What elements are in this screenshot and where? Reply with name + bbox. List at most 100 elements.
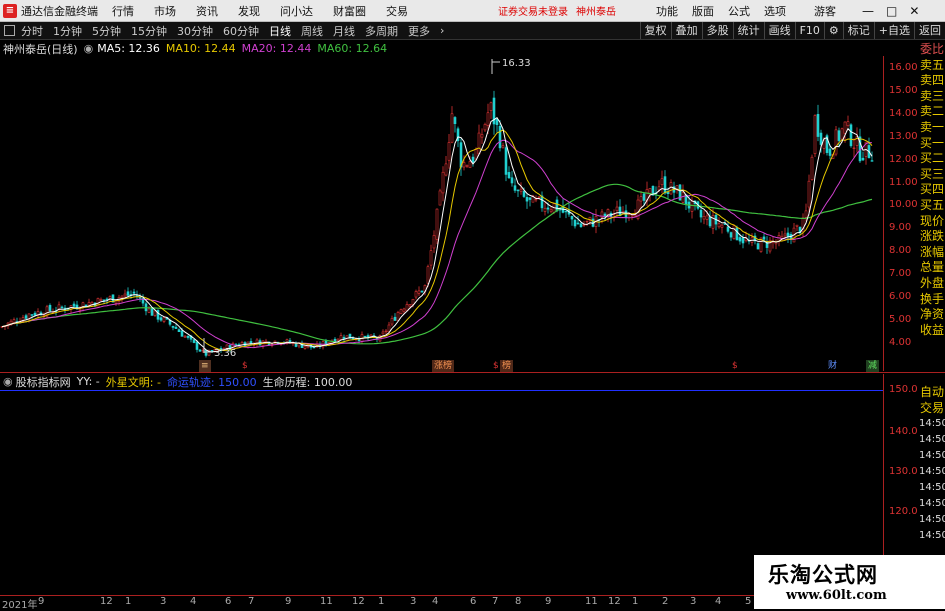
- f10-button[interactable]: F10: [794, 22, 824, 39]
- quote-side-panel: 委比 卖五 卖四 卖三 卖二 卖一 买一 买二 买三 买四 买五 现价 涨跌 涨…: [919, 42, 945, 338]
- period-timeshare[interactable]: 分时: [21, 23, 43, 39]
- event-marker[interactable]: 减: [866, 360, 880, 372]
- ma60-line: [1, 183, 873, 345]
- minimize-icon[interactable]: —: [862, 4, 874, 18]
- candle-body: [870, 160, 874, 162]
- period-more[interactable]: 更多: [408, 23, 430, 39]
- side-label[interactable]: 自动: [919, 384, 945, 400]
- period-30min[interactable]: 30分钟: [177, 23, 213, 39]
- menu-market[interactable]: 市场: [154, 3, 176, 19]
- side-label: 卖一: [919, 119, 944, 134]
- settings-circle-icon[interactable]: ◉: [84, 42, 94, 55]
- candle-body: [807, 180, 811, 208]
- side-label[interactable]: 交易: [919, 400, 945, 416]
- candle-body: [660, 178, 664, 186]
- chevron-right-icon[interactable]: ›: [440, 24, 444, 37]
- event-marker[interactable]: ≡: [199, 360, 211, 372]
- date-tick: 1: [125, 596, 132, 607]
- date-tick: 7: [248, 596, 255, 607]
- settings-circle-icon[interactable]: ◉: [3, 375, 13, 388]
- period-5min[interactable]: 5分钟: [92, 23, 121, 39]
- stock-title[interactable]: 神州泰岳(日线): [3, 41, 78, 57]
- gear-icon[interactable]: ⚙: [823, 22, 843, 39]
- y-tick: 12.00: [889, 154, 918, 165]
- login-notice[interactable]: 证券交易未登录: [498, 3, 568, 18]
- period-monthly[interactable]: 月线: [333, 23, 355, 39]
- menu-trade[interactable]: 交易: [386, 3, 408, 19]
- candle-body: [435, 208, 439, 240]
- period-weekly[interactable]: 周线: [301, 23, 323, 39]
- event-marker[interactable]: 榜: [500, 360, 514, 372]
- draw-line-button[interactable]: 画线: [763, 22, 795, 39]
- mark-button[interactable]: 标记: [842, 22, 874, 39]
- candle-body: [183, 335, 187, 338]
- multi-stock-button[interactable]: 多股: [701, 22, 733, 39]
- period-daily[interactable]: 日线: [269, 23, 291, 39]
- indicator-chart[interactable]: [0, 390, 883, 595]
- menu-news[interactable]: 资讯: [196, 3, 218, 19]
- candle-body: [849, 124, 853, 147]
- date-tick: 2: [662, 596, 669, 607]
- period-15min[interactable]: 15分钟: [131, 23, 167, 39]
- candle-body: [489, 102, 493, 111]
- date-tick: 12: [608, 596, 621, 607]
- candle-body: [510, 177, 514, 184]
- menu-quotes[interactable]: 行情: [112, 3, 134, 19]
- side-label: 委比: [919, 42, 944, 56]
- candle-body: [639, 196, 643, 202]
- menu-formula[interactable]: 公式: [728, 3, 750, 19]
- side-label: 卖三: [919, 88, 944, 103]
- date-axis: 2021年 9 12 1 3 4 6 7 9 11 12 1 3 4 6 7 8…: [0, 595, 883, 611]
- candle-body: [828, 148, 832, 156]
- candle-body: [819, 132, 823, 145]
- candle-body: [399, 309, 403, 314]
- candle-body: [159, 317, 163, 321]
- candle-body: [12, 319, 16, 323]
- price-y-axis: 16.00 15.00 14.00 13.00 12.00 11.00 10.0…: [883, 56, 920, 371]
- overlay-button[interactable]: 叠加: [670, 22, 702, 39]
- restore-icon[interactable]: □: [886, 4, 897, 18]
- trade-side-panel: 自动 交易 14:50 14:50 14:50 14:50 14:50 14:5…: [919, 384, 945, 544]
- menu-options[interactable]: 选项: [764, 3, 786, 19]
- candle-body: [708, 216, 712, 227]
- back-button[interactable]: 返回: [914, 22, 945, 39]
- candle-body: [204, 349, 208, 356]
- period-1min[interactable]: 1分钟: [53, 23, 82, 39]
- candle-body: [621, 211, 625, 213]
- candle-body: [396, 312, 400, 322]
- candle-body: [705, 215, 709, 220]
- candle-body: [516, 189, 520, 192]
- y-tick: 130.0: [889, 466, 918, 477]
- menu-layout[interactable]: 版面: [692, 3, 714, 19]
- event-marker[interactable]: 涨榜: [432, 360, 455, 372]
- y-tick: 140.0: [889, 426, 918, 437]
- kline-chart[interactable]: 16.33 3.36: [0, 56, 883, 371]
- menu-wealth-circle[interactable]: 财富圈: [333, 3, 366, 19]
- candle-body: [564, 210, 568, 213]
- candle-body: [573, 219, 577, 227]
- candle-body: [498, 125, 502, 149]
- statistics-button[interactable]: 统计: [732, 22, 764, 39]
- period-multi[interactable]: 多周期: [365, 23, 398, 39]
- candle-body: [171, 325, 175, 328]
- candle-body: [843, 121, 847, 134]
- panel-toggle-icon[interactable]: [4, 25, 15, 36]
- event-marker[interactable]: 财: [826, 360, 839, 372]
- period-60min[interactable]: 60分钟: [223, 23, 259, 39]
- event-marker[interactable]: $: [240, 360, 250, 372]
- candle-body: [180, 330, 184, 337]
- menu-function[interactable]: 功能: [656, 3, 678, 19]
- high-label: 16.33: [502, 58, 531, 69]
- guest-user[interactable]: 游客: [814, 3, 836, 19]
- y-tick: 120.0: [889, 506, 918, 517]
- indicator-name[interactable]: 股标指标网: [16, 374, 71, 390]
- date-tick: 9: [285, 596, 292, 607]
- menu-ask-xiaoda[interactable]: 问小达: [280, 3, 313, 19]
- close-icon[interactable]: ✕: [909, 4, 919, 18]
- event-marker[interactable]: $: [730, 360, 740, 372]
- add-watchlist-button[interactable]: +自选: [873, 22, 914, 39]
- adjust-button[interactable]: 复权: [639, 22, 671, 39]
- side-label: 卖四: [919, 73, 944, 88]
- candle-body: [246, 341, 250, 348]
- menu-discover[interactable]: 发现: [238, 3, 260, 19]
